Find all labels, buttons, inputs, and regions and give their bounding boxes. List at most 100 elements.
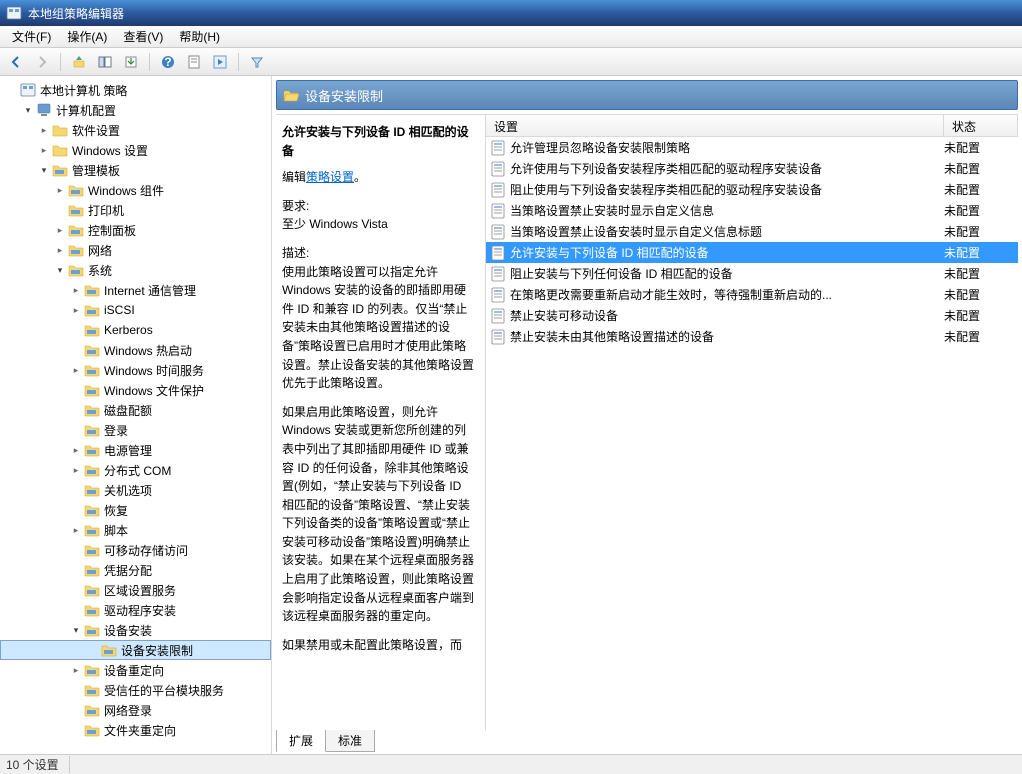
tree-item-admin-templates[interactable]: ▾管理模板 (0, 160, 271, 180)
twisty-none (70, 564, 82, 576)
folder-icon (84, 322, 100, 338)
tree-item-logon[interactable]: 登录 (0, 420, 271, 440)
list-row[interactable]: 在策略更改需要重新启动才能生效时，等待强制重新启动的...未配置 (486, 284, 1018, 305)
list-body[interactable]: 允许管理员忽略设备安装限制策略未配置允许使用与下列设备安装程序类相匹配的驱动程序… (486, 137, 1018, 730)
folder-icon (84, 682, 100, 698)
tree-item-recovery[interactable]: 恢复 (0, 500, 271, 520)
list-row[interactable]: 允许使用与下列设备安装程序类相匹配的驱动程序安装设备未配置 (486, 158, 1018, 179)
list-row-status: 未配置 (944, 244, 1018, 261)
folder-icon (84, 542, 100, 558)
expand-icon[interactable]: ▸ (70, 304, 82, 316)
collapse-icon[interactable]: ▾ (70, 624, 82, 636)
edit-prefix: 编辑 (282, 170, 306, 184)
properties-button[interactable] (182, 51, 206, 73)
expand-icon[interactable]: ▸ (38, 144, 50, 156)
tree-item-disk-quota[interactable]: 磁盘配额 (0, 400, 271, 420)
list-row[interactable]: 当策略设置禁止安装时显示自定义信息未配置 (486, 200, 1018, 221)
list-row[interactable]: 阻止使用与下列设备安装程序类相匹配的驱动程序安装设备未配置 (486, 179, 1018, 200)
settings-list-pane: 设置 状态 允许管理员忽略设备安装限制策略未配置允许使用与下列设备安装程序类相匹… (486, 115, 1018, 730)
requirements-value: 至少 Windows Vista (282, 217, 388, 231)
column-status[interactable]: 状态 (944, 115, 1018, 136)
tree-item-driver-install[interactable]: 驱动程序安装 (0, 600, 271, 620)
expand-icon[interactable]: ▸ (70, 364, 82, 376)
tree-item-computer-config[interactable]: ▾计算机配置 (0, 100, 271, 120)
list-row[interactable]: 允许安装与下列设备 ID 相匹配的设备未配置 (486, 242, 1018, 263)
tree-item-device-install[interactable]: ▾设备安装 (0, 620, 271, 640)
expand-icon[interactable]: ▸ (70, 284, 82, 296)
show-hide-tree-button[interactable] (93, 51, 117, 73)
tree-item-locale-svc[interactable]: 区域设置服务 (0, 580, 271, 600)
policy-icon (490, 182, 506, 198)
list-row[interactable]: 禁止安装未由其他策略设置描述的设备未配置 (486, 326, 1018, 347)
edit-policy-link[interactable]: 策略设置 (306, 170, 354, 184)
tree-label: 恢复 (104, 502, 128, 519)
tree-item-win-fileprotect[interactable]: Windows 文件保护 (0, 380, 271, 400)
tree-item-net-logon[interactable]: 网络登录 (0, 700, 271, 720)
tree-item-device-redirect[interactable]: ▸设备重定向 (0, 660, 271, 680)
tab-standard[interactable]: 标准 (325, 730, 375, 752)
tree-item-internet-comm[interactable]: ▸Internet 通信管理 (0, 280, 271, 300)
help-button[interactable]: ? (156, 51, 180, 73)
list-row-label: 阻止安装与下列任何设备 ID 相匹配的设备 (510, 265, 944, 282)
tree-item-win-time[interactable]: ▸ Windows 时间服务 (0, 360, 271, 380)
tree-item-power-mgmt[interactable]: ▸电源管理 (0, 440, 271, 460)
up-button[interactable] (67, 51, 91, 73)
list-row[interactable]: 禁止安装可移动设备未配置 (486, 305, 1018, 326)
toolbar-separator (238, 53, 239, 71)
collapse-icon[interactable]: ▾ (54, 264, 66, 276)
tree-item-software[interactable]: ▸软件设置 (0, 120, 271, 140)
tree-item-scripts[interactable]: ▸脚本 (0, 520, 271, 540)
filter-button[interactable] (245, 51, 269, 73)
expand-icon[interactable]: ▸ (54, 184, 66, 196)
tree-item-tpm-services[interactable]: 受信任的平台模块服务 (0, 680, 271, 700)
policy-icon (490, 245, 506, 261)
back-button[interactable] (4, 51, 28, 73)
collapse-icon[interactable]: ▾ (22, 104, 34, 116)
list-row[interactable]: 阻止安装与下列任何设备 ID 相匹配的设备未配置 (486, 263, 1018, 284)
play-button[interactable] (208, 51, 232, 73)
tree-item-root[interactable]: 本地计算机 策略 (0, 80, 271, 100)
expand-icon[interactable]: ▸ (70, 524, 82, 536)
tree-item-credential-deleg[interactable]: 凭据分配 (0, 560, 271, 580)
tree-item-system[interactable]: ▾系统 (0, 260, 271, 280)
list-row[interactable]: 当策略设置禁止设备安装时显示自定义信息标题未配置 (486, 221, 1018, 242)
tree-item-removable-storage[interactable]: 可移动存储访问 (0, 540, 271, 560)
tree-item-printers[interactable]: 打印机 (0, 200, 271, 220)
expand-icon[interactable]: ▸ (54, 244, 66, 256)
export-button[interactable] (119, 51, 143, 73)
expand-icon[interactable]: ▸ (70, 664, 82, 676)
expand-icon[interactable]: ▸ (38, 124, 50, 136)
tree-item-device-install-restrict[interactable]: 设备安装限制 (0, 640, 271, 660)
tree-item-iscsi[interactable]: ▸iSCSI (0, 300, 271, 320)
tree-item-kerberos[interactable]: Kerberos (0, 320, 271, 340)
expand-icon[interactable]: ▸ (70, 444, 82, 456)
tree-item-win-hotstart[interactable]: Windows 热启动 (0, 340, 271, 360)
tree-label: Windows 时间服务 (104, 362, 204, 379)
menu-action[interactable]: 操作(A) (59, 26, 115, 47)
forward-button[interactable] (30, 51, 54, 73)
menu-help[interactable]: 帮助(H) (171, 26, 228, 47)
folder-icon (84, 282, 100, 298)
policy-icon (490, 224, 506, 240)
tree-item-network[interactable]: ▸网络 (0, 240, 271, 260)
menu-view[interactable]: 查看(V) (115, 26, 171, 47)
list-row[interactable]: 允许管理员忽略设备安装限制策略未配置 (486, 137, 1018, 158)
tree-item-shutdown-opts[interactable]: 关机选项 (0, 480, 271, 500)
expand-icon[interactable]: ▸ (54, 224, 66, 236)
tree-label: Windows 设置 (72, 142, 148, 159)
expand-icon[interactable]: ▸ (70, 464, 82, 476)
column-setting[interactable]: 设置 (486, 115, 944, 136)
tree-pane[interactable]: 本地计算机 策略▾计算机配置▸软件设置▸Windows 设置▾管理模板▸Wind… (0, 76, 272, 754)
toolbar-separator (60, 53, 61, 71)
tree-item-dcom[interactable]: ▸分布式 COM (0, 460, 271, 480)
tree-item-folder-redirect[interactable]: 文件夹重定向 (0, 720, 271, 740)
collapse-icon[interactable]: ▾ (38, 164, 50, 176)
policy-icon (490, 329, 506, 345)
folder-icon (84, 482, 100, 498)
tree-item-windows-settings[interactable]: ▸ Windows 设置 (0, 140, 271, 160)
tree-item-control-panel[interactable]: ▸控制面板 (0, 220, 271, 240)
list-row-status: 未配置 (944, 202, 1018, 219)
menu-file[interactable]: 文件(F) (4, 26, 59, 47)
tab-extended[interactable]: 扩展 (276, 730, 326, 752)
tree-item-windows-components[interactable]: ▸Windows 组件 (0, 180, 271, 200)
